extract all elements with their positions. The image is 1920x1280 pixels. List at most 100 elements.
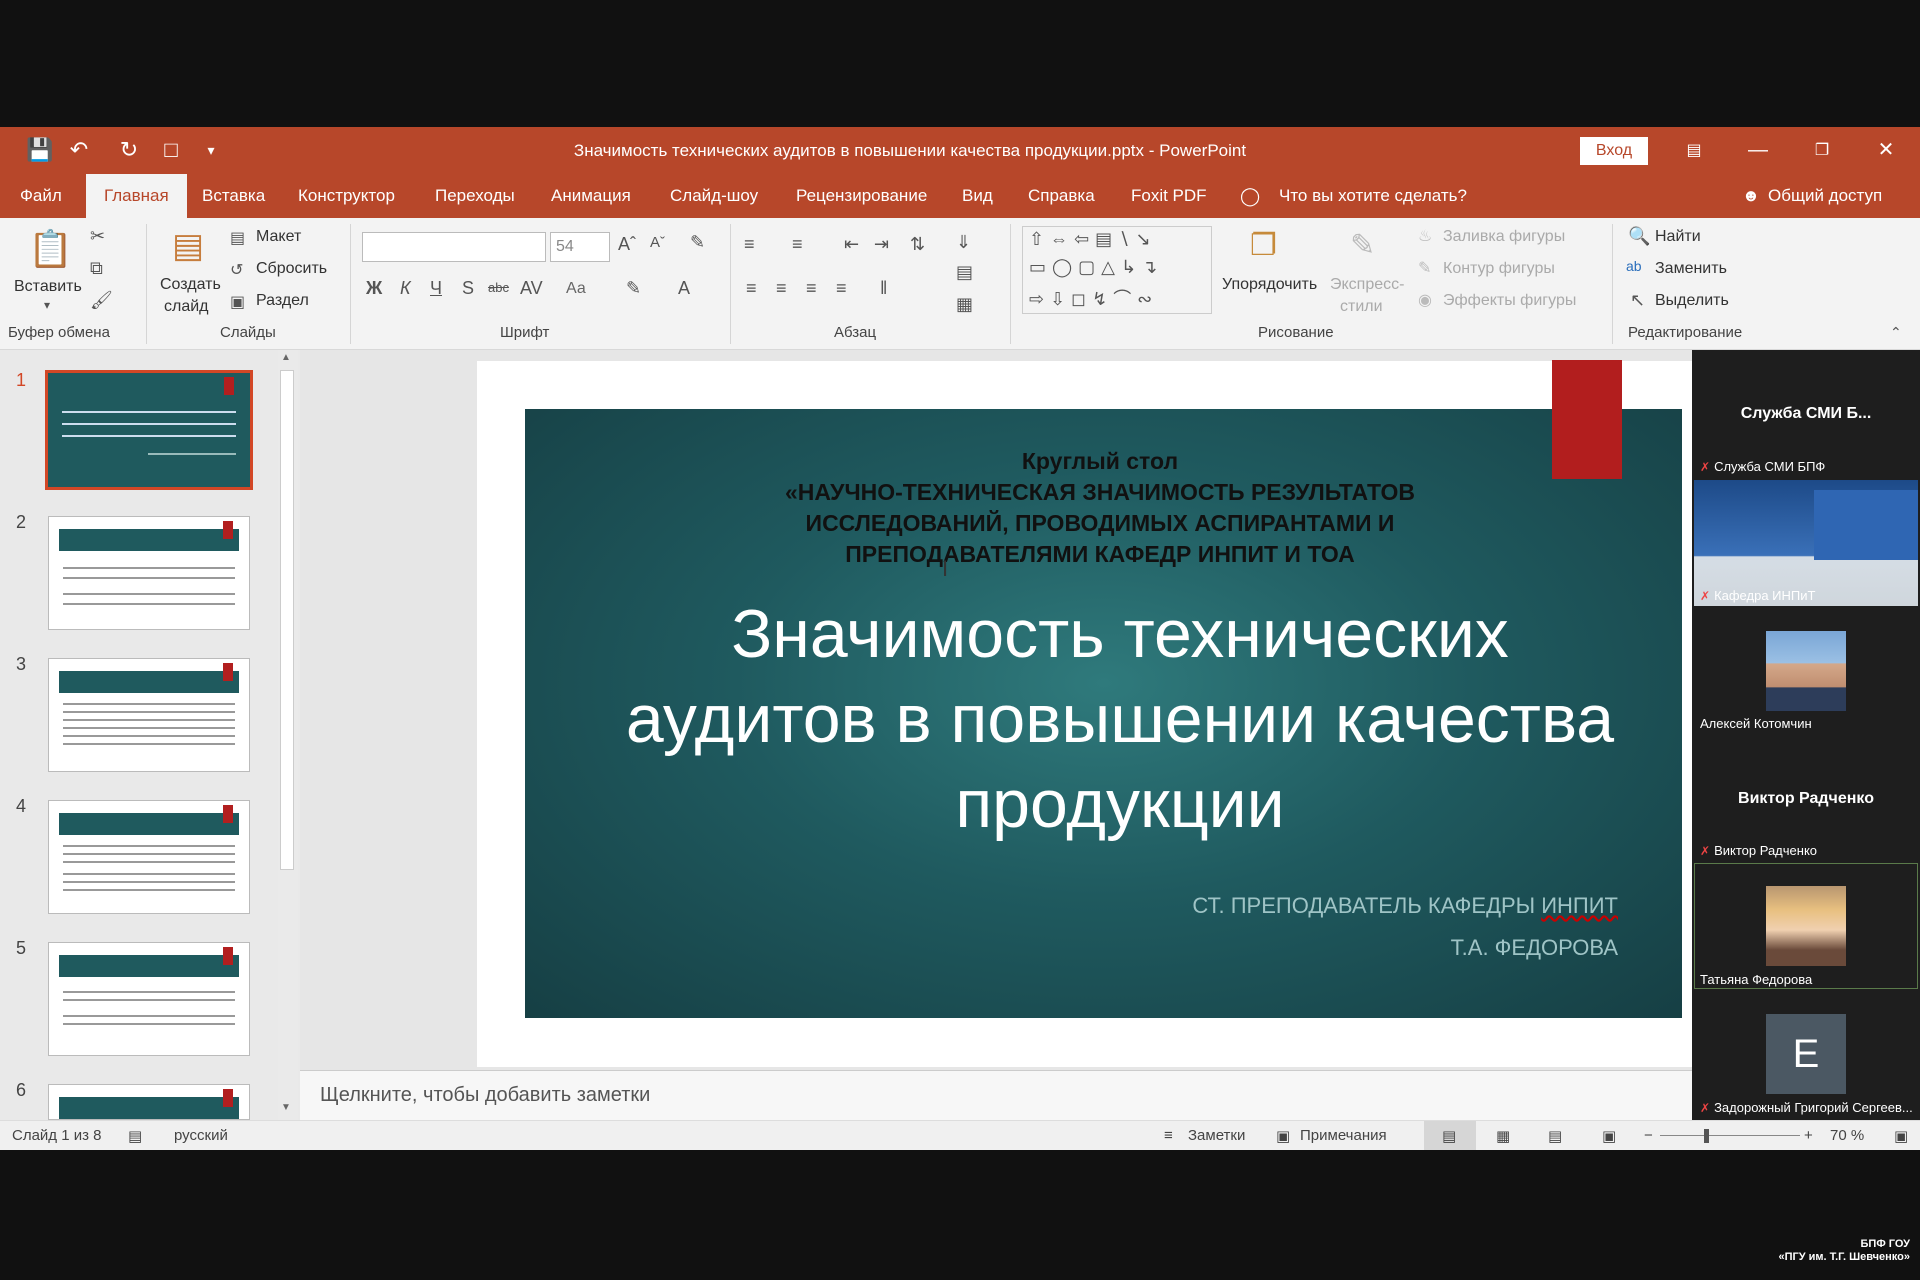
- italic-icon[interactable]: К: [400, 278, 411, 299]
- login-button[interactable]: Вход: [1580, 137, 1648, 165]
- copy-icon[interactable]: ⧉: [90, 258, 103, 279]
- tab-view[interactable]: Вид: [962, 174, 993, 218]
- notes-pane[interactable]: Щелкните, чтобы добавить заметки: [300, 1070, 1692, 1120]
- slide-author-name[interactable]: Т.А. ФЕДОРОВА: [1200, 935, 1618, 961]
- layout-button[interactable]: Макет: [256, 228, 301, 246]
- zoom-out-icon[interactable]: −: [1644, 1127, 1653, 1144]
- restore-icon[interactable]: ❐: [1792, 127, 1852, 174]
- columns-icon[interactable]: ‖: [880, 278, 887, 299]
- notes-toggle[interactable]: Заметки: [1188, 1127, 1245, 1144]
- shapes-gallery[interactable]: ⇧⇔⇦▤∖↘ ▭◯▢△↳↴ ⇨⇩◻↯⌒∾: [1022, 226, 1212, 314]
- slide-author-line1[interactable]: СТ. ПРЕПОДАВАТЕЛЬ КАФЕДРЫ ИНПИТ: [1100, 893, 1618, 919]
- align-right-icon[interactable]: ≡: [806, 278, 817, 299]
- tab-home[interactable]: Главная: [86, 174, 187, 218]
- undo-icon[interactable]: ↶: [66, 137, 92, 163]
- save-icon[interactable]: 💾: [26, 137, 53, 163]
- format-painter-icon[interactable]: 🖌: [90, 290, 113, 311]
- start-slideshow-icon[interactable]: □: [158, 137, 184, 163]
- line-spacing-icon[interactable]: ⇅: [910, 234, 925, 255]
- align-left-icon[interactable]: ≡: [746, 278, 757, 299]
- numbering-icon[interactable]: ≡: [792, 234, 803, 255]
- smartart-icon[interactable]: ▦: [956, 294, 973, 315]
- minimize-icon[interactable]: —: [1728, 127, 1788, 174]
- strikethrough-icon[interactable]: abc: [488, 280, 509, 295]
- customize-toolbar-icon[interactable]: ▾: [198, 137, 224, 163]
- decrease-font-icon[interactable]: Aˇ: [650, 234, 665, 251]
- char-spacing-icon[interactable]: AV: [520, 278, 543, 299]
- cut-icon[interactable]: ✂: [90, 226, 105, 247]
- share-button[interactable]: Общий доступ: [1768, 174, 1882, 218]
- shape-outline-button[interactable]: Контур фигуры: [1443, 260, 1555, 278]
- share-icon[interactable]: ☻: [1742, 174, 1760, 218]
- clear-formatting-icon[interactable]: ✎: [690, 232, 705, 253]
- bold-icon[interactable]: Ж: [366, 278, 382, 299]
- tab-animations[interactable]: Анимация: [551, 174, 631, 218]
- paste-dropdown-icon[interactable]: ▾: [44, 298, 50, 312]
- participant-avatar[interactable]: [1766, 886, 1846, 966]
- tab-slideshow[interactable]: Слайд-шоу: [670, 174, 758, 218]
- decrease-indent-icon[interactable]: ⇤: [844, 234, 859, 255]
- accessibility-icon[interactable]: ▤: [128, 1127, 142, 1145]
- shadow-icon[interactable]: S: [462, 278, 474, 299]
- font-size-select[interactable]: 54: [550, 232, 610, 262]
- section-button[interactable]: Раздел: [256, 292, 309, 310]
- slideshow-view-icon[interactable]: ▣: [1602, 1127, 1616, 1145]
- collapse-ribbon-icon[interactable]: ⌃: [1890, 324, 1902, 341]
- new-slide-button[interactable]: Создать: [160, 276, 221, 294]
- ribbon-display-icon[interactable]: ▤: [1664, 127, 1724, 174]
- align-center-icon[interactable]: ≡: [776, 278, 787, 299]
- tab-insert[interactable]: Вставка: [202, 174, 265, 218]
- scroll-up-icon[interactable]: ▲: [281, 352, 291, 363]
- select-button[interactable]: Выделить: [1655, 292, 1729, 310]
- new-slide-button-label2[interactable]: слайд: [164, 298, 209, 316]
- paste-icon[interactable]: 📋: [28, 228, 73, 274]
- align-text-icon[interactable]: ▤: [956, 262, 973, 283]
- zoom-slider-thumb[interactable]: [1704, 1129, 1709, 1143]
- arrange-icon[interactable]: ❐: [1250, 228, 1277, 263]
- thumbnails-scrollbar[interactable]: ▲ ▼: [278, 350, 298, 1120]
- find-button[interactable]: Найти: [1655, 228, 1701, 246]
- slide-thumbnail-4[interactable]: [48, 800, 250, 914]
- scroll-down-icon[interactable]: ▼: [281, 1102, 291, 1113]
- redo-icon[interactable]: ↻: [116, 137, 142, 163]
- tab-help[interactable]: Справка: [1028, 174, 1095, 218]
- language-indicator[interactable]: русский: [174, 1127, 228, 1144]
- slide-thumbnail-2[interactable]: [48, 516, 250, 630]
- bullets-icon[interactable]: ≡: [744, 234, 755, 255]
- font-color-icon[interactable]: A: [678, 278, 690, 299]
- tab-transitions[interactable]: Переходы: [435, 174, 515, 218]
- slide-kicker-text[interactable]: Круглый стол «НАУЧНО-ТЕХНИЧЕСКАЯ ЗНАЧИМО…: [680, 446, 1520, 570]
- paste-button[interactable]: Вставить: [14, 278, 82, 296]
- shape-effects-button[interactable]: Эффекты фигуры: [1443, 292, 1576, 310]
- underline-icon[interactable]: Ч: [430, 278, 442, 299]
- quick-styles-button[interactable]: Экспресс-: [1330, 276, 1404, 294]
- new-slide-icon[interactable]: ▤: [166, 226, 210, 272]
- quick-styles-icon[interactable]: ✎: [1350, 228, 1375, 263]
- comments-toggle[interactable]: Примечания: [1300, 1127, 1387, 1144]
- quick-styles-button-label2[interactable]: стили: [1340, 298, 1383, 316]
- slide-title[interactable]: Значимость технических аудитов в повышен…: [620, 592, 1620, 847]
- slide-thumbnail-6[interactable]: [48, 1084, 250, 1120]
- tab-file[interactable]: Файл: [20, 174, 62, 218]
- normal-view-icon[interactable]: ▤: [1442, 1127, 1456, 1145]
- zoom-in-icon[interactable]: +: [1804, 1127, 1813, 1144]
- highlight-icon[interactable]: ✎: [626, 278, 641, 299]
- replace-button[interactable]: Заменить: [1655, 260, 1727, 278]
- zoom-slider[interactable]: [1660, 1135, 1800, 1136]
- slide-sorter-icon[interactable]: ▦: [1496, 1127, 1510, 1145]
- slide-thumbnail-5[interactable]: [48, 942, 250, 1056]
- participant-initial-avatar[interactable]: Е: [1766, 1014, 1846, 1094]
- close-icon[interactable]: ✕: [1856, 127, 1916, 174]
- justify-icon[interactable]: ≡: [836, 278, 847, 299]
- slide-thumbnail-1[interactable]: [45, 370, 253, 490]
- arrange-button[interactable]: Упорядочить: [1222, 276, 1317, 294]
- reading-view-icon[interactable]: ▤: [1548, 1127, 1562, 1145]
- scroll-thumb[interactable]: [280, 370, 294, 870]
- participant-avatar[interactable]: [1766, 631, 1846, 711]
- shape-fill-button[interactable]: Заливка фигуры: [1443, 228, 1565, 246]
- slide-thumbnail-3[interactable]: [48, 658, 250, 772]
- zoom-level[interactable]: 70 %: [1830, 1127, 1864, 1144]
- change-case-button[interactable]: Аа: [566, 280, 586, 298]
- fit-slide-icon[interactable]: ▣: [1894, 1127, 1908, 1145]
- font-family-select[interactable]: [362, 232, 546, 262]
